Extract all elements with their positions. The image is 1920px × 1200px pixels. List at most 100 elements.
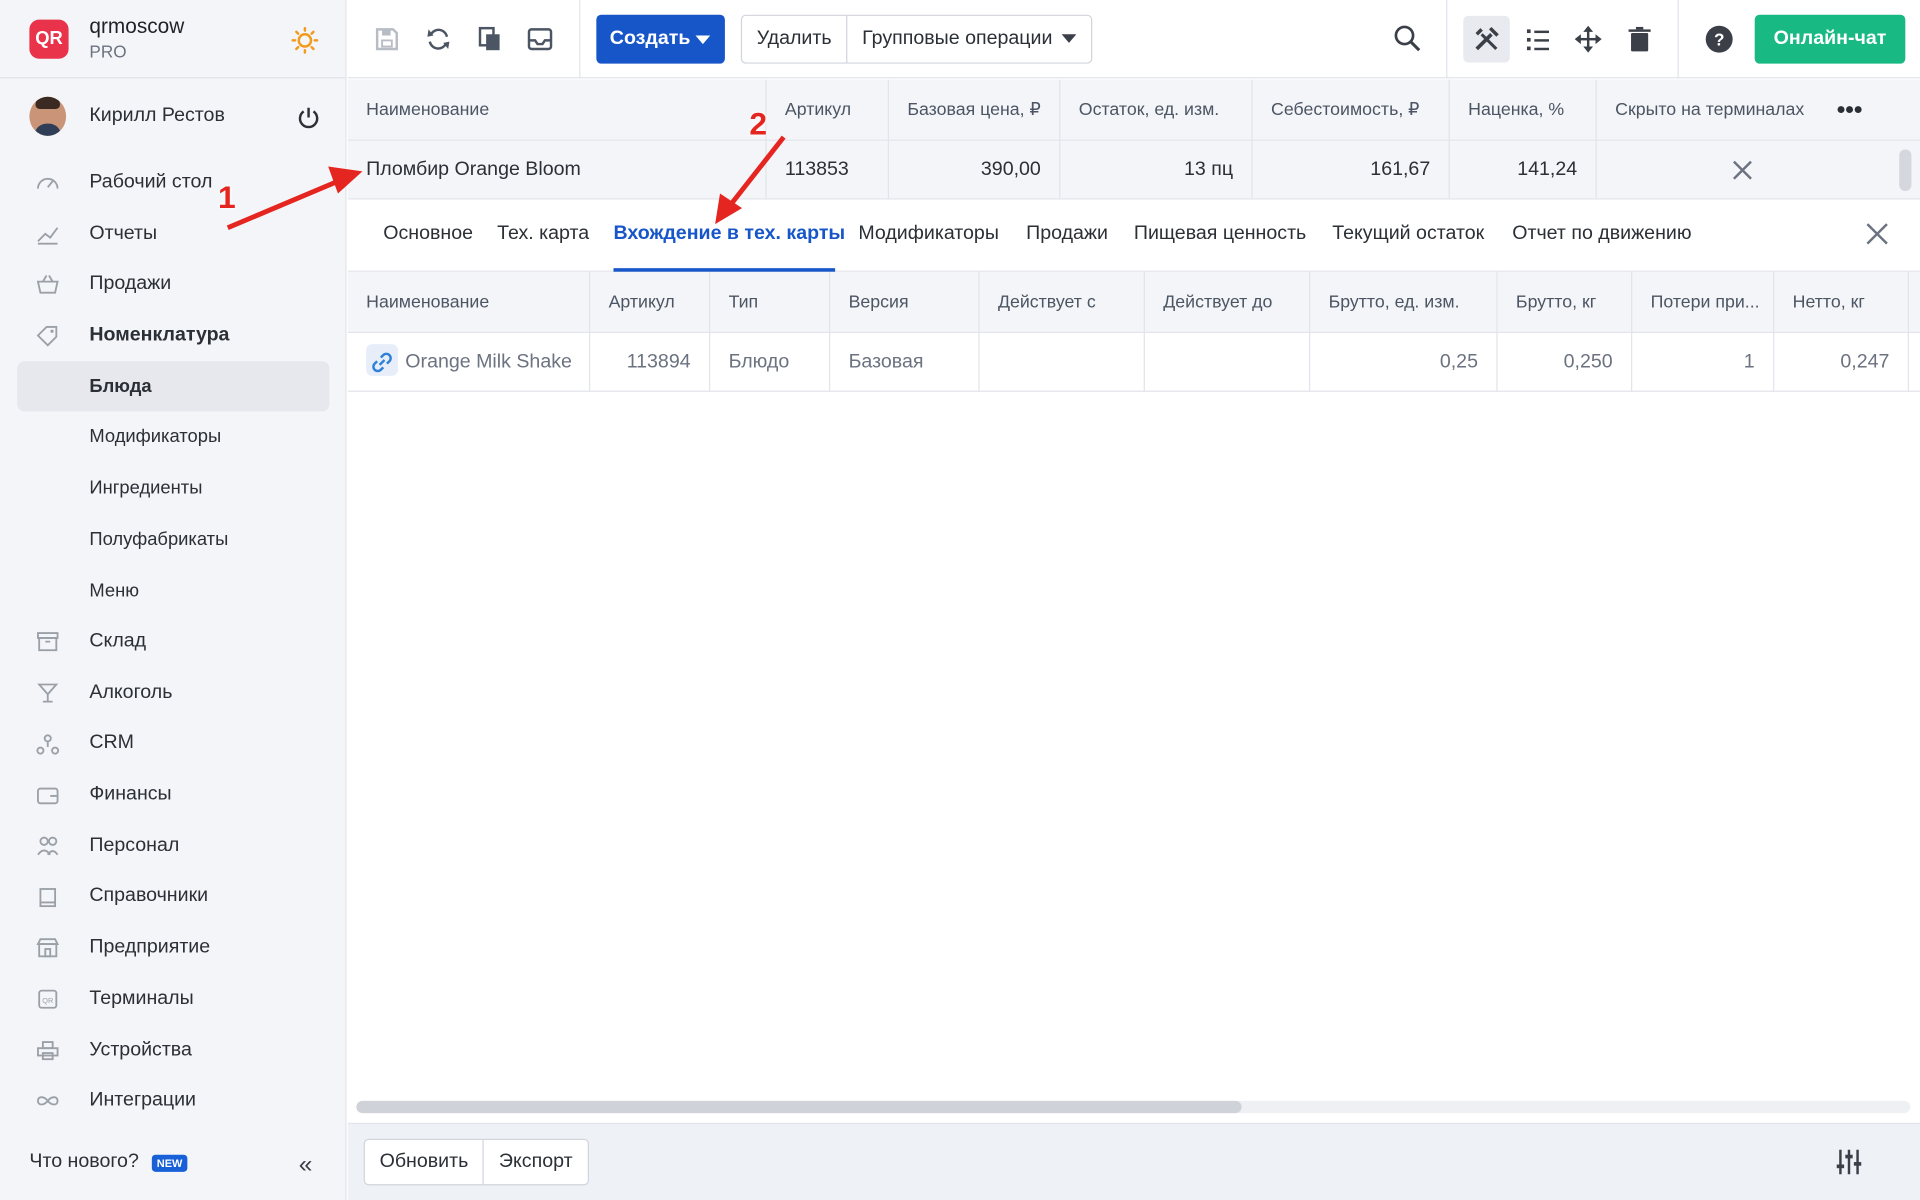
sidebar-item-alcohol[interactable]: Алкоголь [0,667,347,718]
column-header[interactable]: Тип [710,271,831,334]
sidebar-item-enterprise[interactable]: Предприятие [0,922,347,973]
theme-toggle-sun-icon[interactable] [291,26,319,60]
group-operations-button[interactable]: Групповые операции [846,15,1091,63]
column-header[interactable]: Брутто, ед. изм. [1310,271,1498,334]
sidebar-item-label: Терминалы [89,987,194,1009]
search-icon[interactable] [1392,23,1421,52]
inbox-icon[interactable] [525,24,554,53]
column-header[interactable]: Потери при... [1632,271,1775,334]
sidebar-subitem-label: Ингредиенты [89,477,203,499]
sidebar-item-warehouse[interactable]: Склад [0,616,347,667]
tab-movement-report[interactable]: Отчет по движению [1512,223,1691,245]
save-icon[interactable] [372,24,401,53]
collapse-sidebar-icon[interactable]: « [299,1151,313,1179]
power-icon[interactable] [296,105,320,136]
table-row[interactable]: Пломбир Orange Bloom 113853 390,00 13 пц… [347,140,1920,200]
column-header[interactable]: Нетто, кг [1774,271,1909,334]
column-header[interactable]: Действует с [980,271,1145,334]
terminal-icon: QR [36,988,60,1010]
detail-tabs: Основное Тех. карта Вхождение в тех. кар… [347,199,1920,272]
trash-icon[interactable] [1625,24,1654,53]
column-header[interactable]: Версия [830,271,980,334]
close-icon [1732,160,1752,180]
usage-name-label: Orange Milk Shake [405,351,572,373]
sidebar-subitem-semifinished[interactable]: Полуфабрикаты [0,514,347,565]
sidebar-item-staff[interactable]: Персонал [0,820,347,871]
more-options-icon[interactable]: ••• [1837,80,1863,141]
sidebar-item-terminals[interactable]: QR Терминалы [0,973,347,1024]
tab-tech-card-usage[interactable]: Вхождение в тех. карты [613,223,845,245]
toolbar-divider [1446,0,1448,79]
sidebar-item-label: Справочники [89,885,209,907]
column-settings-icon[interactable] [1834,1147,1863,1183]
tools-icon[interactable] [1472,24,1501,53]
table-row[interactable]: Orange Milk Shake 113894 Блюдо Базовая 0… [347,333,1920,392]
toolbar: Создать Удалить Групповые операции ? Онл… [347,0,1920,79]
whats-new-link[interactable]: Что нового? [29,1151,138,1173]
tab-tech-card[interactable]: Тех. карта [497,223,589,245]
delete-button[interactable]: Удалить [742,16,846,63]
column-header[interactable]: Наценка, % [1450,79,1597,141]
column-header[interactable]: Остаток, ед. изм. [1060,79,1253,141]
tab-nutrition[interactable]: Пищевая ценность [1134,223,1306,245]
type-cell: Блюдо [710,333,831,392]
user-profile[interactable]: Кирилл Рестов [0,78,347,156]
vertical-scrollbar[interactable] [1899,149,1912,192]
online-chat-button[interactable]: Онлайн-чат [1754,14,1906,64]
usage-name-cell[interactable]: Orange Milk Shake [348,333,591,392]
staff-icon [36,835,60,857]
help-icon[interactable]: ? [1705,24,1734,53]
refresh-icon[interactable] [424,24,453,53]
column-header[interactable]: Артикул [590,271,711,334]
tab-main[interactable]: Основное [383,223,473,245]
column-header[interactable]: Себестоимость, ₽ [1253,79,1450,141]
horizontal-scrollbar-thumb[interactable] [356,1100,1242,1114]
sku-cell: 113894 [590,333,711,392]
sidebar-item-sales[interactable]: Продажи [0,259,347,310]
column-header[interactable]: Артикул [767,79,889,141]
price-cell: 390,00 [889,140,1061,200]
close-icon[interactable] [1864,220,1891,253]
valid-from-cell [980,333,1145,392]
sidebar-item-references[interactable]: Справочники [0,871,347,922]
column-header[interactable]: Скрыто на терминалах ••• [1597,80,1887,141]
sidebar-item-dashboard[interactable]: Рабочий стол [0,157,347,208]
sidebar-item-devices[interactable]: Устройства [0,1025,347,1076]
move-icon[interactable] [1573,24,1602,53]
version-cell: Базовая [830,333,980,392]
tab-modifiers[interactable]: Модификаторы [858,223,999,245]
sidebar-item-reports[interactable]: Отчеты [0,208,347,259]
link-icon[interactable] [366,343,398,376]
warehouse-icon [36,631,60,653]
sidebar-item-crm[interactable]: CRM [0,718,347,769]
column-header[interactable]: Базовая цена, ₽ [889,79,1061,141]
basket-icon [36,274,60,296]
list-icon[interactable] [1523,24,1552,53]
create-button[interactable]: Создать [596,14,725,64]
column-header[interactable]: Брутто, кг [1498,271,1633,334]
tab-sales[interactable]: Продажи [1026,223,1108,245]
sidebar-subitem-label: Меню [89,579,140,601]
cocktail-icon [36,682,60,704]
copy-icon[interactable] [475,24,504,53]
dishes-table: Наименование Артикул Базовая цена, ₽ Ост… [347,79,1920,200]
sidebar-item-integrations[interactable]: Интеграции [0,1076,347,1127]
sidebar-subitem-menu[interactable]: Меню [0,565,347,616]
sidebar-subitem-label: Модификаторы [89,426,222,448]
sidebar-item-finance[interactable]: Финансы [0,769,347,820]
export-button[interactable]: Экспорт [483,1140,587,1185]
tab-current-stock[interactable]: Текущий остаток [1332,223,1484,245]
sidebar-item-label: Отчеты [89,222,158,244]
column-header[interactable]: Наименование [348,79,767,141]
qr-logo[interactable]: QR [29,19,69,59]
sidebar-subitem-modifiers[interactable]: Модификаторы [0,412,347,463]
sidebar-subitem-ingredients[interactable]: Ингредиенты [0,463,347,514]
hidden-on-terminals-cell[interactable] [1597,141,1887,200]
column-header[interactable]: Наименование [348,271,591,334]
svg-text:QR: QR [42,996,53,1005]
sidebar-item-nomenclature[interactable]: Номенклатура [0,310,347,361]
infinity-icon [36,1090,60,1112]
sidebar-subitem-dishes[interactable]: Блюда [17,360,330,412]
refresh-button[interactable]: Обновить [365,1140,483,1184]
column-header[interactable]: Действует до [1145,271,1311,334]
